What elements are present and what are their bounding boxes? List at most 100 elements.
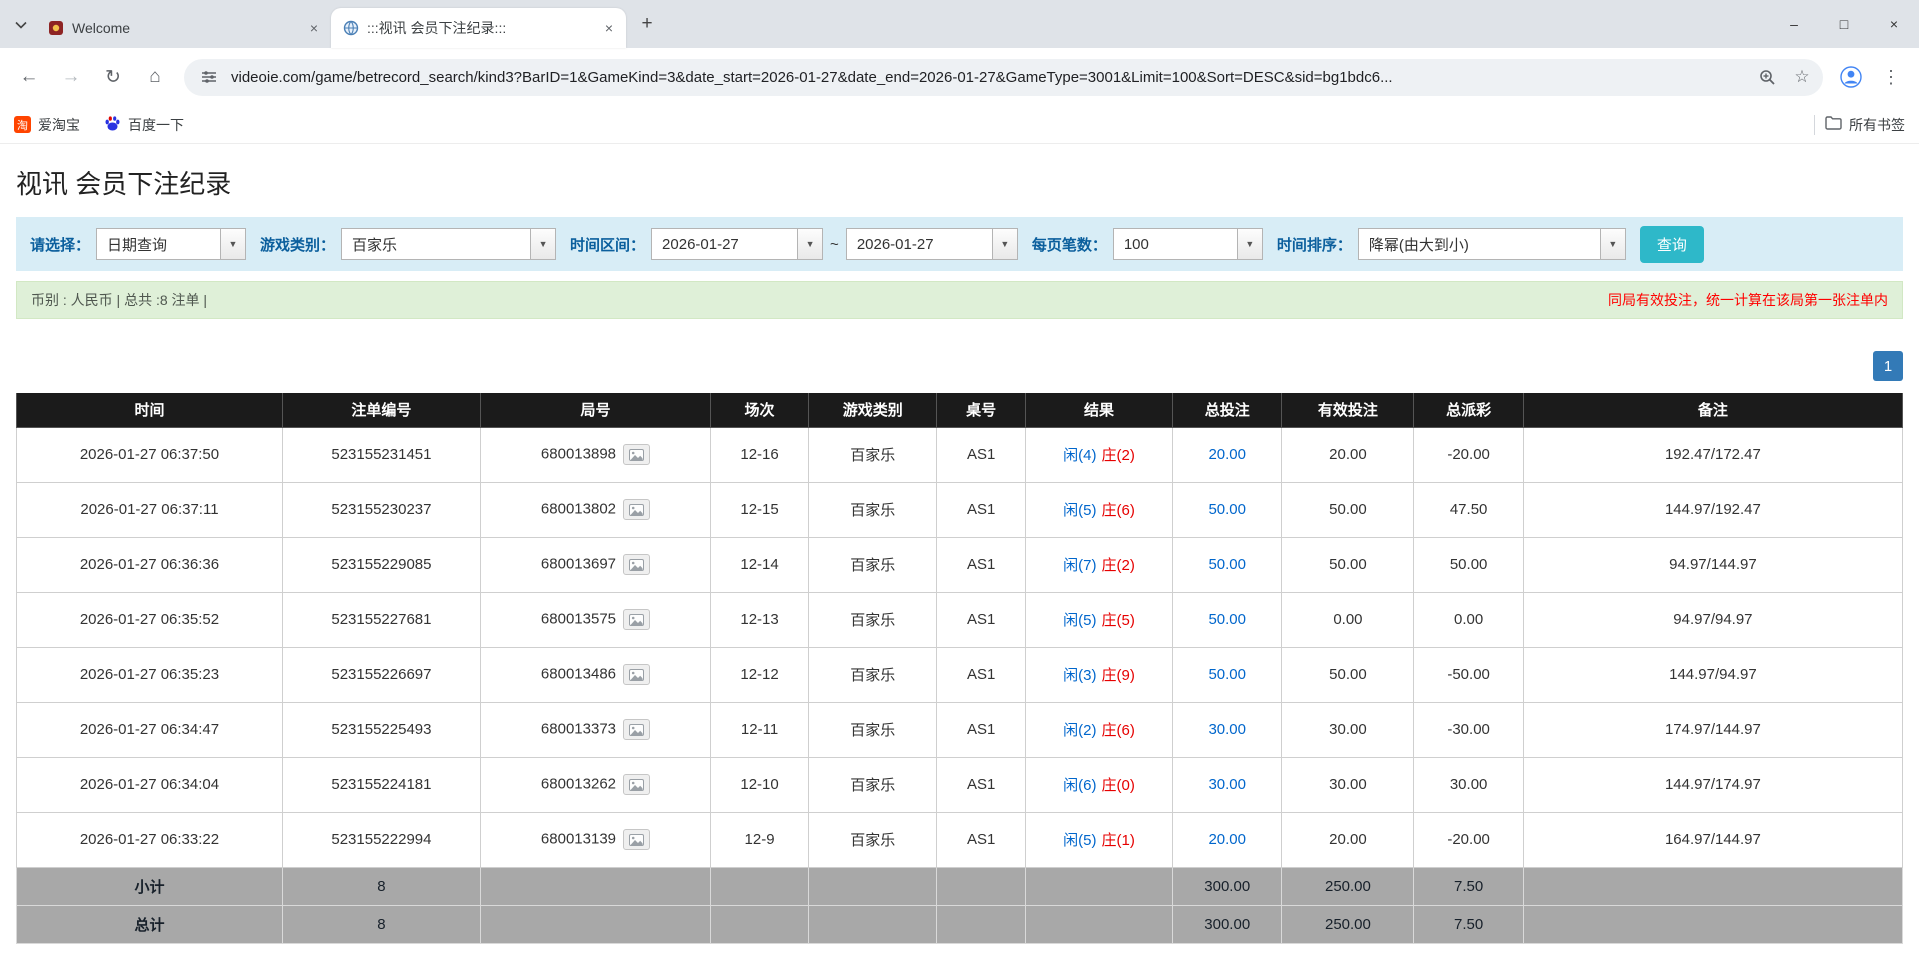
total-bet-link[interactable]: 30.00: [1208, 776, 1246, 793]
cell-session: 12-16: [711, 427, 809, 482]
total-bet-link[interactable]: 50.00: [1208, 666, 1246, 683]
cell-result: 闲(7)庄(2): [1025, 537, 1172, 592]
all-bookmarks-button[interactable]: 所有书签: [1825, 115, 1905, 135]
round-result-image-icon[interactable]: [623, 444, 650, 465]
page-size-input[interactable]: 100 ▼: [1113, 228, 1263, 260]
chevron-down-icon[interactable]: ▼: [1237, 229, 1262, 259]
tab-search-button[interactable]: [6, 9, 36, 39]
round-result-image-icon[interactable]: [623, 719, 650, 740]
date-start-input[interactable]: 2026-01-27 ▼: [651, 228, 823, 260]
cell-remark: 144.97/94.97: [1523, 647, 1902, 702]
bookmark-baidu[interactable]: 百度一下: [104, 115, 184, 135]
chevron-down-icon[interactable]: ▼: [1600, 229, 1625, 259]
page-size-label: 每页笔数：: [1032, 234, 1107, 255]
welcome-tab-favicon: [48, 20, 64, 36]
tab-close-icon[interactable]: ×: [305, 19, 323, 37]
round-number: 680013373: [541, 720, 616, 737]
query-type-select[interactable]: 日期查询 ▼: [96, 228, 246, 260]
browser-toolbar: ← → ↻ ⌂ videoie.com/game/betrecord_searc…: [0, 48, 1919, 106]
date-range-label: 时间区间：: [570, 234, 645, 255]
chevron-down-icon[interactable]: ▼: [530, 229, 555, 259]
cell-round: 680013697: [480, 537, 710, 592]
cell-remark: 94.97/94.97: [1523, 592, 1902, 647]
column-header: 游戏类别: [809, 393, 937, 427]
round-result-image-icon[interactable]: [623, 554, 650, 575]
cell-time: 2026-01-27 06:33:22: [17, 812, 283, 867]
footer-cell: 8: [282, 905, 480, 943]
bookmark-taobao[interactable]: 淘 爱淘宝: [14, 115, 80, 135]
chevron-down-icon[interactable]: ▼: [797, 229, 822, 259]
footer-label: 小计: [17, 867, 283, 905]
table-row: 2026-01-27 06:35:52523155227681680013575…: [17, 592, 1903, 647]
query-type-label: 请选择：: [30, 234, 90, 255]
new-tab-button[interactable]: +: [632, 9, 662, 39]
round-result-image-icon[interactable]: [623, 774, 650, 795]
chevron-down-icon[interactable]: ▼: [992, 229, 1017, 259]
back-button[interactable]: ←: [10, 58, 48, 96]
cell-round: 680013802: [480, 482, 710, 537]
page-size-value: 100: [1114, 236, 1237, 253]
tab-strip: Welcome × :::视讯 会员下注纪录::: × + – □ ×: [0, 0, 1919, 48]
search-button[interactable]: 查询: [1640, 226, 1704, 263]
page-number-button[interactable]: 1: [1873, 351, 1903, 381]
cell-round: 680013486: [480, 647, 710, 702]
page-content: 视讯 会员下注纪录 请选择： 日期查询 ▼ 游戏类别： 百家乐 ▼ 时间区间： …: [0, 164, 1919, 944]
date-end-input[interactable]: 2026-01-27 ▼: [846, 228, 1018, 260]
forward-button[interactable]: →: [52, 58, 90, 96]
time-sort-select[interactable]: 降幂(由大到小) ▼: [1358, 228, 1626, 260]
chevron-down-icon[interactable]: ▼: [220, 229, 245, 259]
cell-round: 680013139: [480, 812, 710, 867]
cell-total-bet: 50.00: [1173, 482, 1282, 537]
table-row: 2026-01-27 06:37:11523155230237680013802…: [17, 482, 1903, 537]
cell-table-no: AS1: [937, 482, 1026, 537]
tab-title: Welcome: [72, 20, 297, 36]
reload-button[interactable]: ↻: [94, 58, 132, 96]
close-button[interactable]: ×: [1869, 0, 1919, 48]
cell-time: 2026-01-27 06:35:23: [17, 647, 283, 702]
total-bet-link[interactable]: 20.00: [1208, 831, 1246, 848]
result-player: 闲(5): [1063, 832, 1096, 849]
address-bar[interactable]: videoie.com/game/betrecord_search/kind3?…: [184, 59, 1823, 96]
cell-time: 2026-01-27 06:34:04: [17, 757, 283, 812]
cell-result: 闲(2)庄(6): [1025, 702, 1172, 757]
round-result-image-icon[interactable]: [623, 609, 650, 630]
cell-session: 12-15: [711, 482, 809, 537]
cell-remark: 164.97/144.97: [1523, 812, 1902, 867]
game-type-select[interactable]: 百家乐 ▼: [341, 228, 556, 260]
footer-cell: [711, 867, 809, 905]
site-info-icon[interactable]: [196, 64, 222, 90]
profile-avatar-icon[interactable]: [1833, 59, 1869, 95]
result-banker: 庄(9): [1102, 667, 1135, 684]
tab-close-icon[interactable]: ×: [600, 19, 618, 37]
baidu-icon: [104, 115, 121, 135]
cell-result: 闲(5)庄(5): [1025, 592, 1172, 647]
minimize-button[interactable]: –: [1769, 0, 1819, 48]
maximize-button[interactable]: □: [1819, 0, 1869, 48]
round-result-image-icon[interactable]: [623, 829, 650, 850]
round-result-image-icon[interactable]: [623, 499, 650, 520]
cell-session: 12-13: [711, 592, 809, 647]
zoom-icon[interactable]: [1754, 64, 1780, 90]
browser-menu-icon[interactable]: ⋮: [1873, 59, 1909, 95]
browser-tab-welcome[interactable]: Welcome ×: [36, 8, 331, 48]
total-bet-link[interactable]: 30.00: [1208, 721, 1246, 738]
browser-tab-betrecord[interactable]: :::视讯 会员下注纪录::: ×: [331, 8, 626, 48]
bookmark-star-icon[interactable]: ☆: [1789, 64, 1815, 90]
browser-chrome: Welcome × :::视讯 会员下注纪录::: × + – □ × ← → …: [0, 0, 1919, 144]
cell-payout: -50.00: [1414, 647, 1523, 702]
result-banker: 庄(2): [1102, 447, 1135, 464]
total-row: 总计8300.00250.007.50: [17, 905, 1903, 943]
total-bet-link[interactable]: 50.00: [1208, 501, 1246, 518]
home-button[interactable]: ⌂: [136, 58, 174, 96]
column-header: 注单编号: [282, 393, 480, 427]
taobao-icon: 淘: [14, 116, 31, 133]
total-bet-link[interactable]: 50.00: [1208, 556, 1246, 573]
cell-payout: 47.50: [1414, 482, 1523, 537]
cell-remark: 174.97/144.97: [1523, 702, 1902, 757]
footer-cell: [809, 867, 937, 905]
cell-bet-id: 523155229085: [282, 537, 480, 592]
total-bet-link[interactable]: 50.00: [1208, 611, 1246, 628]
total-bet-link[interactable]: 20.00: [1208, 446, 1246, 463]
round-result-image-icon[interactable]: [623, 664, 650, 685]
cell-total-bet: 50.00: [1173, 647, 1282, 702]
